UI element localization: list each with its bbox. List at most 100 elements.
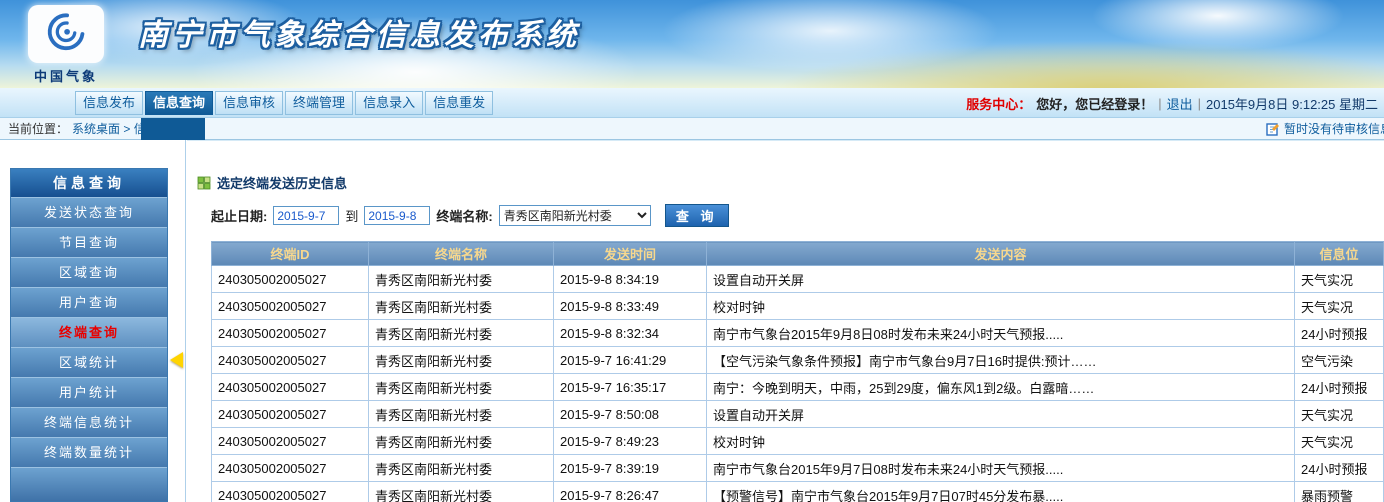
table-cell: 青秀区南阳新光村委: [369, 428, 554, 455]
main-panel: 选定终端发送历史信息 起止日期: 到 终端名称: 青秀区南阳新光村委 查 询 终…: [187, 140, 1384, 502]
history-table: 终端ID终端名称发送时间发送内容信息位 240305002005027青秀区南阳…: [211, 241, 1384, 502]
table-cell: 青秀区南阳新光村委: [369, 266, 554, 293]
table-cell: 2015-9-7 16:35:17: [554, 374, 707, 401]
sidebar-filler: [11, 467, 167, 501]
sidebar: 信息查询 发送状态查询节目查询区域查询用户查询终端查询区域统计用户统计终端信息统…: [10, 168, 168, 502]
search-button[interactable]: 查 询: [665, 204, 729, 227]
cma-logo: [28, 5, 104, 63]
table-cell: 240305002005027: [212, 347, 369, 374]
table-cell: 青秀区南阳新光村委: [369, 347, 554, 374]
table-cell: 天气实况: [1295, 293, 1384, 320]
table-cell: 2015-9-8 8:34:19: [554, 266, 707, 293]
table-cell: 空气污染: [1295, 347, 1384, 374]
table-cell: 青秀区南阳新光村委: [369, 293, 554, 320]
table-row: 240305002005027青秀区南阳新光村委2015-9-7 8:49:23…: [212, 428, 1384, 455]
nav-tab[interactable]: 信息审核: [215, 91, 283, 115]
table-cell: 24小时预报: [1295, 455, 1384, 482]
table-cell: 2015-9-8 8:32:34: [554, 320, 707, 347]
end-date-input[interactable]: [364, 206, 430, 225]
page-title: 南宁市气象综合信息发布系统: [138, 10, 580, 54]
grid-icon: [197, 176, 211, 190]
table-cell: 设置自动开关屏: [707, 266, 1295, 293]
table-cell: 青秀区南阳新光村委: [369, 482, 554, 502]
table-cell: 240305002005027: [212, 455, 369, 482]
table-cell: 【预警信号】南宁市气象台2015年9月7日07时45分发布暴.....: [707, 482, 1295, 502]
breadcrumb-label: 当前位置：: [8, 120, 68, 137]
sidebar-item[interactable]: 终端查询: [11, 317, 167, 347]
sidebar-collapse-arrow-icon[interactable]: [170, 352, 183, 368]
table-cell: 2015-9-7 8:39:19: [554, 455, 707, 482]
sidebar-item[interactable]: 区域查询: [11, 257, 167, 287]
column-header: 终端名称: [369, 242, 554, 266]
datetime-display: 2015年9月8日 9:12:25 星期二: [1206, 94, 1378, 113]
table-cell: 青秀区南阳新光村委: [369, 455, 554, 482]
sidebar-title: 信息查询: [11, 169, 167, 197]
nav-tab[interactable]: 信息录入: [355, 91, 423, 115]
table-cell: 青秀区南阳新光村委: [369, 320, 554, 347]
nav-tab[interactable]: 信息查询: [145, 91, 213, 115]
table-cell: 南宁市气象台2015年9月8日08时发布未来24小时天气预报.....: [707, 320, 1295, 347]
table-cell: 240305002005027: [212, 320, 369, 347]
sidebar-item[interactable]: 用户统计: [11, 377, 167, 407]
to-label: 到: [345, 206, 358, 225]
sidebar-item[interactable]: 节目查询: [11, 227, 167, 257]
table-cell: 青秀区南阳新光村委: [369, 401, 554, 428]
terminal-select[interactable]: 青秀区南阳新光村委: [499, 205, 651, 226]
active-tab-extension: [141, 118, 205, 140]
table-cell: 校对时钟: [707, 293, 1295, 320]
app-header: 中国气象 南宁市气象综合信息发布系统: [0, 0, 1384, 88]
sidebar-item[interactable]: 发送状态查询: [11, 197, 167, 227]
breadcrumb-bar: 当前位置： 系统桌面 > 信息查询 暂时没有待审核信息: [0, 118, 1384, 140]
table-body: 240305002005027青秀区南阳新光村委2015-9-8 8:34:19…: [212, 266, 1384, 502]
content-area: 信息查询 发送状态查询节目查询区域查询用户查询终端查询区域统计用户统计终端信息统…: [0, 140, 1384, 502]
column-header: 发送时间: [554, 242, 707, 266]
section-title-bar: 选定终端发送历史信息: [197, 173, 1384, 192]
table-cell: 24小时预报: [1295, 374, 1384, 401]
table-cell: 天气实况: [1295, 266, 1384, 293]
nav-bar: 信息发布信息查询信息审核终端管理信息录入信息重发 服务中心： 您好，您已经登录！…: [0, 88, 1384, 118]
table-row: 240305002005027青秀区南阳新光村委2015-9-7 16:41:2…: [212, 347, 1384, 374]
nav-tabs: 信息发布信息查询信息审核终端管理信息录入信息重发: [75, 91, 493, 115]
table-cell: 2015-9-7 8:50:08: [554, 401, 707, 428]
table-cell: 2015-9-7 8:26:47: [554, 482, 707, 502]
logout-link[interactable]: 退出: [1167, 94, 1193, 113]
table-cell: 青秀区南阳新光村委: [369, 374, 554, 401]
table-cell: 天气实况: [1295, 401, 1384, 428]
filter-bar: 起止日期: 到 终端名称: 青秀区南阳新光村委 查 询: [211, 204, 1384, 227]
table-cell: 24小时预报: [1295, 320, 1384, 347]
audit-notice[interactable]: 暂时没有待审核信息: [1266, 120, 1384, 137]
table-cell: 2015-9-7 8:49:23: [554, 428, 707, 455]
sidebar-items: 发送状态查询节目查询区域查询用户查询终端查询区域统计用户统计终端信息统计终端数量…: [11, 197, 167, 467]
table-cell: 南宁：今晚到明天，中雨，25到29度，偏东风1到2级。白露暗……: [707, 374, 1295, 401]
spiral-logo-icon: [43, 11, 89, 57]
date-range-label: 起止日期:: [211, 206, 267, 225]
table-cell: 【空气污染气象条件预报】南宁市气象台9月7日16时提供:预计……: [707, 347, 1295, 374]
divider: |: [1198, 96, 1201, 111]
sidebar-item[interactable]: 终端信息统计: [11, 407, 167, 437]
audit-notice-text: 暂时没有待审核信息: [1284, 120, 1384, 137]
table-cell: 设置自动开关屏: [707, 401, 1295, 428]
table-cell: 校对时钟: [707, 428, 1295, 455]
sidebar-item[interactable]: 终端数量统计: [11, 437, 167, 467]
nav-tab[interactable]: 信息发布: [75, 91, 143, 115]
table-cell: 天气实况: [1295, 428, 1384, 455]
table-cell: 暴雨预警: [1295, 482, 1384, 502]
table-row: 240305002005027青秀区南阳新光村委2015-9-7 8:39:19…: [212, 455, 1384, 482]
sidebar-divider: [185, 140, 186, 502]
table-row: 240305002005027青秀区南阳新光村委2015-9-7 8:26:47…: [212, 482, 1384, 502]
start-date-input[interactable]: [273, 206, 339, 225]
table-row: 240305002005027青秀区南阳新光村委2015-9-7 8:50:08…: [212, 401, 1384, 428]
sidebar-item[interactable]: 用户查询: [11, 287, 167, 317]
nav-tab[interactable]: 终端管理: [285, 91, 353, 115]
column-header: 终端ID: [212, 242, 369, 266]
sidebar-item[interactable]: 区域统计: [11, 347, 167, 377]
column-header: 发送内容: [707, 242, 1295, 266]
table-row: 240305002005027青秀区南阳新光村委2015-9-8 8:33:49…: [212, 293, 1384, 320]
table-row: 240305002005027青秀区南阳新光村委2015-9-8 8:34:19…: [212, 266, 1384, 293]
table-cell: 240305002005027: [212, 401, 369, 428]
table-cell: 240305002005027: [212, 293, 369, 320]
user-status-area: 服务中心： 您好，您已经登录！ | 退出 | 2015年9月8日 9:12:25…: [966, 88, 1378, 118]
nav-tab[interactable]: 信息重发: [425, 91, 493, 115]
divider: |: [1158, 96, 1161, 111]
note-icon: [1266, 122, 1280, 136]
